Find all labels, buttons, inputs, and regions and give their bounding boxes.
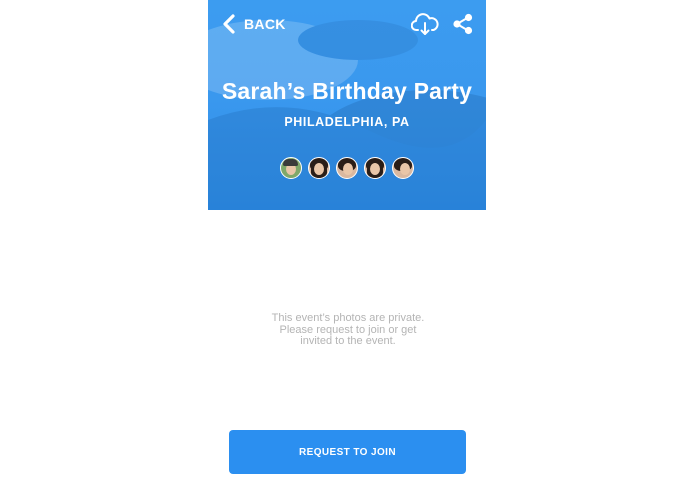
back-label: BACK	[244, 16, 286, 32]
chevron-left-icon	[223, 14, 235, 34]
request-to-join-button[interactable]: REQUEST TO JOIN	[229, 430, 466, 474]
event-title: Sarah’s Birthday Party	[221, 78, 473, 104]
avatar[interactable]	[364, 157, 386, 179]
back-button[interactable]: BACK	[222, 13, 286, 35]
avatar[interactable]	[392, 157, 414, 179]
share-icon[interactable]	[452, 13, 474, 35]
avatar[interactable]	[308, 157, 330, 179]
top-bar: BACK	[208, 0, 486, 50]
private-message-line: invited to the event.	[300, 335, 396, 348]
avatar[interactable]	[336, 157, 358, 179]
request-to-join-label: REQUEST TO JOIN	[299, 446, 396, 458]
private-message-line: This event’s photos are private.	[271, 312, 425, 324]
event-location: PHILADELPHIA, PA	[284, 115, 410, 129]
private-photos-message: This event’s photos are private. Please …	[248, 312, 448, 348]
event-page: BACK Sarah’s Birthday Party PHILADELPHIA…	[0, 0, 695, 494]
avatar[interactable]	[280, 157, 302, 179]
cloud-download-icon[interactable]	[411, 11, 439, 37]
event-hero-banner: BACK Sarah’s Birthday Party PHILADELPHIA…	[208, 0, 486, 210]
attendee-avatars	[280, 157, 414, 179]
